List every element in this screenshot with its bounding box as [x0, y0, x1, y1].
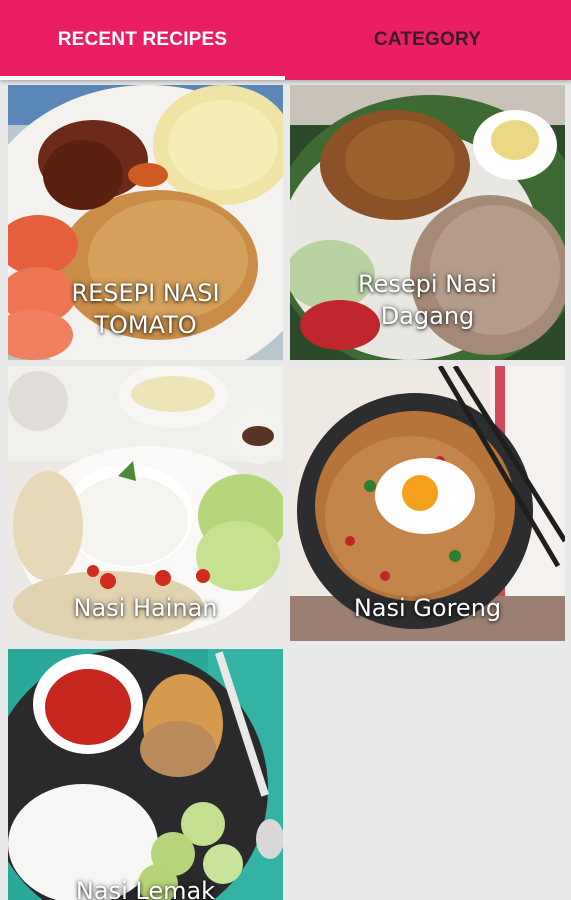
recipe-grid: RESEPI NASI TOMATO Resepi Nasi Dagang Na…	[0, 80, 571, 900]
recipe-card-nasi-dagang[interactable]: Resepi Nasi Dagang	[290, 85, 565, 360]
tab-bar: RECENT RECIPES CATEGORY	[0, 0, 571, 80]
recipe-card-nasi-lemak[interactable]: Nasi Lemak	[8, 649, 283, 900]
recipe-title: Resepi Nasi Dagang	[358, 270, 497, 330]
active-tab-indicator	[0, 76, 285, 80]
recipe-title: RESEPI NASI TOMATO	[71, 279, 220, 339]
tab-recent-recipes[interactable]: RECENT RECIPES	[0, 0, 285, 80]
tab-category[interactable]: CATEGORY	[285, 0, 570, 80]
recipe-card-nasi-hainan[interactable]: Nasi Hainan	[8, 366, 283, 641]
recipe-card-nasi-goreng[interactable]: Nasi Goreng	[290, 366, 565, 641]
recipe-title: Nasi Lemak	[75, 877, 216, 900]
recipe-title: Nasi Hainan	[73, 594, 218, 622]
recipe-photo-nasi-lemak	[8, 649, 283, 900]
recipe-card-nasi-tomato[interactable]: RESEPI NASI TOMATO	[8, 85, 283, 360]
recipe-title: Nasi Goreng	[353, 594, 502, 622]
